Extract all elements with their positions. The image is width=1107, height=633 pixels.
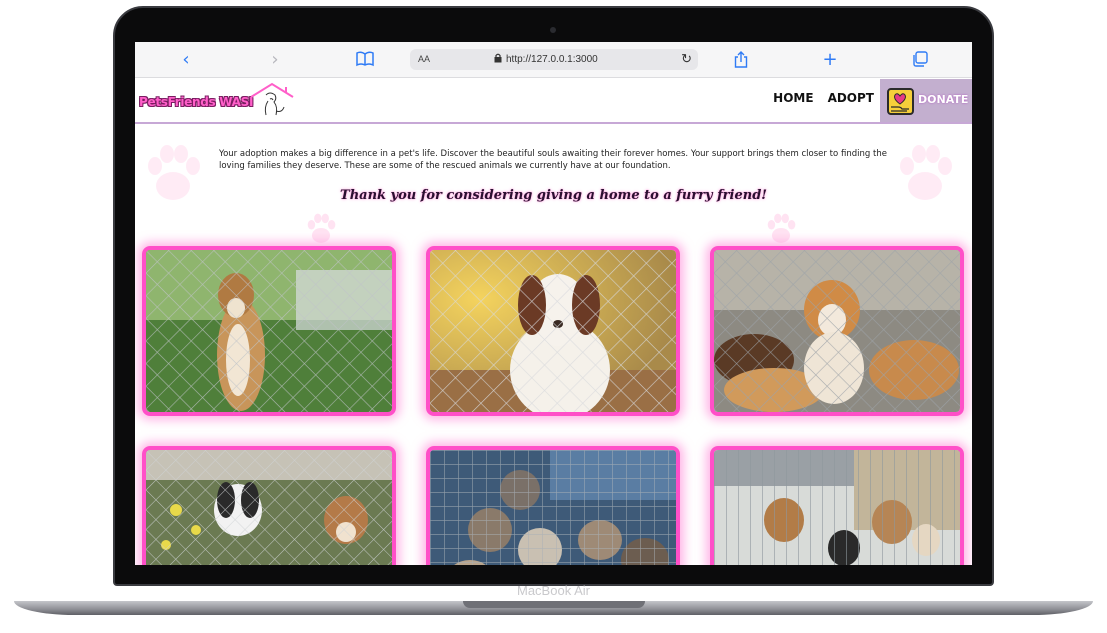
forward-icon[interactable]: ›: [265, 50, 285, 70]
pet-card[interactable]: [142, 446, 396, 565]
pet-card[interactable]: [142, 246, 396, 416]
donate-label: DONATE: [918, 93, 969, 106]
pet-card[interactable]: [426, 446, 680, 565]
donate-button[interactable]: DONATE: [880, 79, 972, 122]
pet-photo: [146, 450, 392, 565]
nav-adopt-link[interactable]: ADOPT: [828, 91, 874, 105]
new-tab-icon[interactable]: +: [820, 50, 840, 70]
pet-photo: [430, 250, 676, 412]
reader-button[interactable]: AA: [418, 54, 430, 64]
logo[interactable]: PetsFriends WASI: [138, 82, 298, 121]
camera-icon: [550, 27, 556, 33]
laptop-notch: [463, 601, 645, 608]
tabs-icon[interactable]: [910, 51, 930, 71]
browser-toolbar: ‹ › AA http://127.0.0.1:3000 ↻ +: [135, 42, 972, 78]
pet-card[interactable]: [710, 446, 964, 565]
house-dog-icon: [250, 82, 294, 116]
intro-text: Your adoption makes a big difference in …: [219, 149, 887, 171]
lock-icon: [494, 53, 502, 65]
site-header: PetsFriends WASI HOME ADOPT DONATE: [135, 79, 972, 124]
paw-icon: [307, 213, 336, 243]
bookmarks-icon[interactable]: [355, 51, 375, 71]
main-nav: HOME ADOPT: [773, 91, 874, 105]
reload-icon[interactable]: ↻: [681, 51, 692, 67]
paw-icon: [767, 213, 796, 243]
main-content: Your adoption makes a big difference in …: [135, 126, 972, 565]
heart-hand-icon: [887, 88, 914, 115]
pet-photo: [714, 250, 960, 412]
screen: ‹ › AA http://127.0.0.1:3000 ↻ + PetsFri…: [135, 42, 972, 565]
pet-photo: [146, 250, 392, 412]
pet-card[interactable]: [426, 246, 680, 416]
pet-card[interactable]: [710, 246, 964, 416]
address-bar[interactable]: AA http://127.0.0.1:3000 ↻: [410, 49, 698, 70]
share-icon[interactable]: [731, 51, 751, 71]
pet-photo: [430, 450, 676, 565]
device-label: MacBook Air: [517, 583, 590, 598]
nav-home-link[interactable]: HOME: [773, 91, 813, 105]
pet-photo: [714, 450, 960, 565]
url-text: http://127.0.0.1:3000: [506, 54, 598, 65]
thanks-heading: Thank you for considering giving a home …: [340, 188, 767, 203]
back-icon[interactable]: ‹: [176, 50, 196, 70]
logo-text: PetsFriends WASI: [139, 95, 254, 109]
